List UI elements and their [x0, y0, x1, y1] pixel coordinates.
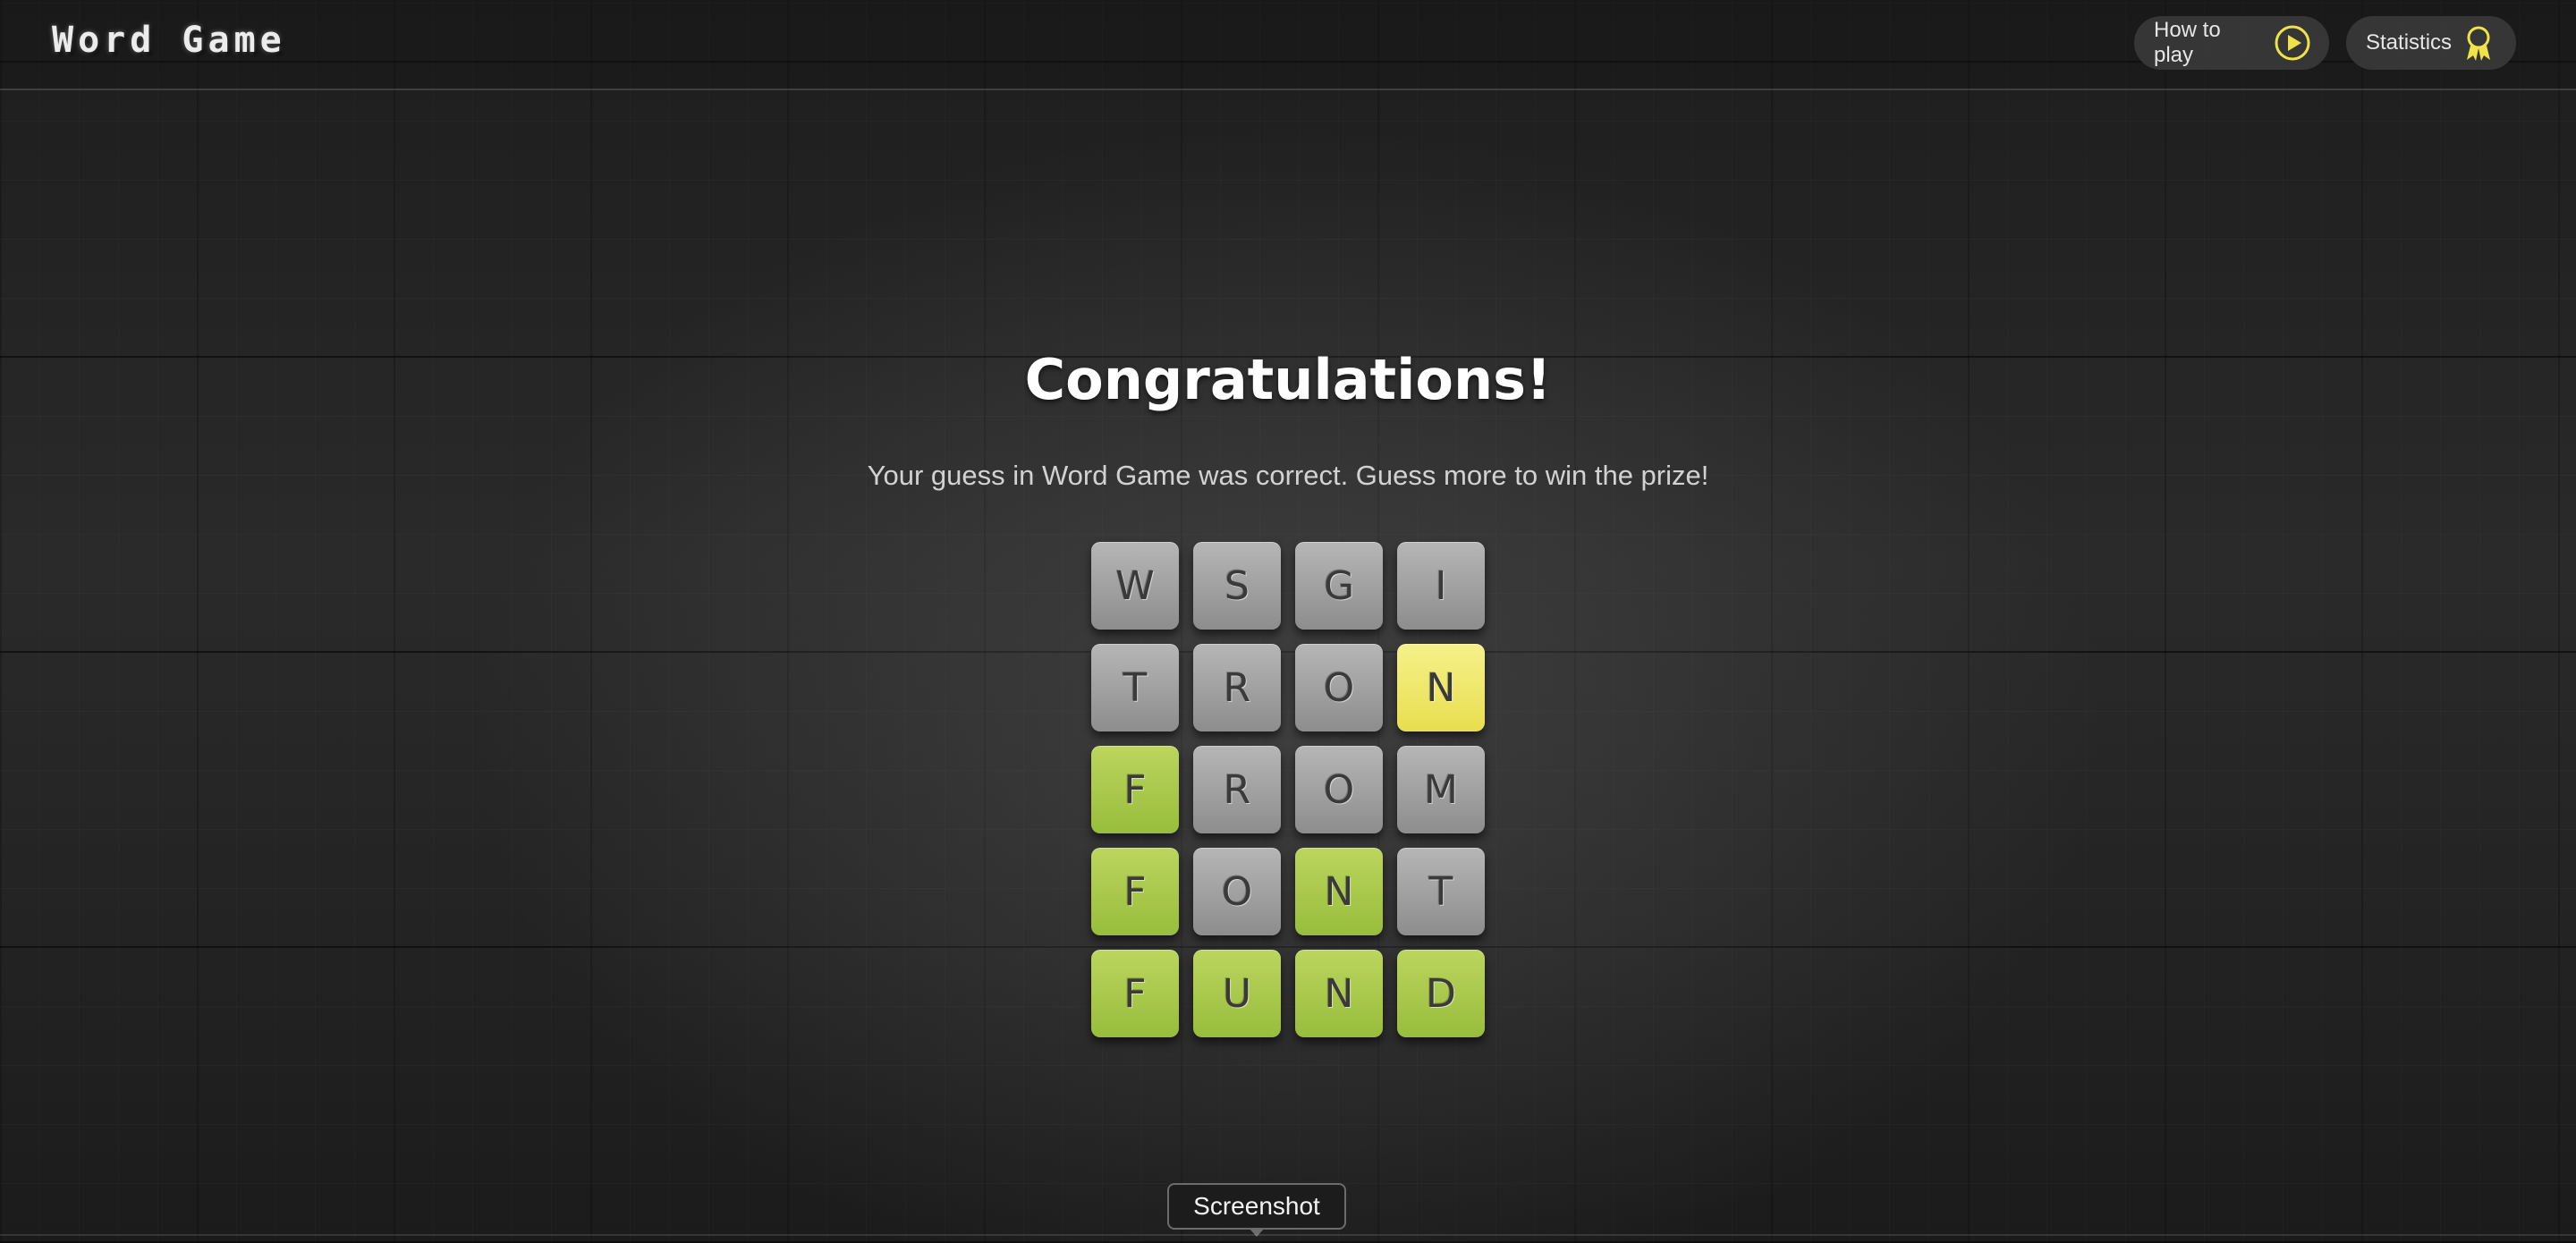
letter-tile: N — [1295, 848, 1383, 935]
letter-tile: R — [1193, 644, 1281, 731]
how-to-play-button[interactable]: How to play — [2134, 16, 2329, 70]
guess-row: T R O N — [1091, 644, 1487, 731]
guess-row: F O N T — [1091, 848, 1487, 935]
bottom-divider — [0, 1234, 2576, 1236]
guess-row: F U N D — [1091, 950, 1487, 1037]
app-title: Word Game — [52, 20, 286, 61]
letter-tile: D — [1397, 950, 1485, 1037]
letter-tile: N — [1397, 644, 1485, 731]
top-bar: Word Game How to play Statistics — [0, 0, 2576, 90]
award-ribbon-icon — [2462, 23, 2495, 63]
how-to-play-label: How to play — [2154, 18, 2221, 67]
guess-row: F R O M — [1091, 746, 1487, 833]
letter-tile: R — [1193, 746, 1281, 833]
letter-tile: S — [1193, 542, 1281, 630]
letter-tile: T — [1091, 644, 1179, 731]
letter-tile: T — [1397, 848, 1485, 935]
letter-tile: G — [1295, 542, 1383, 630]
guess-row: W S G I — [1091, 542, 1487, 630]
letter-tile: I — [1397, 542, 1485, 630]
statistics-label: Statistics — [2366, 30, 2453, 55]
result-message: Your guess in Word Game was correct. Gue… — [867, 460, 1709, 491]
congratulations-heading: Congratulations! — [1024, 347, 1552, 412]
letter-tile: F — [1091, 746, 1179, 833]
letter-tile: O — [1193, 848, 1281, 935]
statistics-button[interactable]: Statistics — [2346, 16, 2516, 70]
letter-tile: M — [1397, 746, 1485, 833]
letter-tile: O — [1295, 644, 1383, 731]
letter-tile: U — [1193, 950, 1281, 1037]
letter-tile: W — [1091, 542, 1179, 630]
letter-tile: F — [1091, 848, 1179, 935]
letter-tile: O — [1295, 746, 1383, 833]
letter-tile: N — [1295, 950, 1383, 1037]
screenshot-tooltip: Screenshot — [1167, 1183, 1346, 1230]
letter-tile: F — [1091, 950, 1179, 1037]
guess-board: W S G I T R O N F R O M F O N T F U N D — [1091, 542, 1487, 1052]
play-circle-icon — [2274, 24, 2311, 62]
